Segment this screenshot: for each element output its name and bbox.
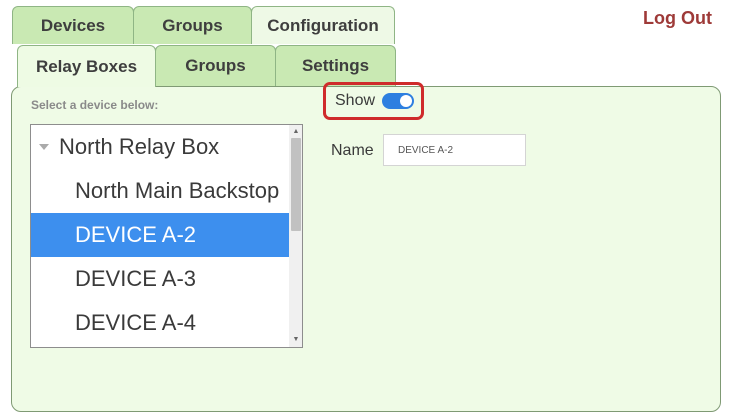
tab-relay-boxes-label: Relay Boxes (35, 56, 138, 76)
tab-configuration-label: Configuration (267, 15, 379, 35)
tab-relay-boxes[interactable]: Relay Boxes (17, 45, 156, 87)
scroll-up-arrow-icon[interactable]: ▲ (289, 125, 302, 139)
list-item-selected[interactable]: DEVICE A-2 (31, 213, 289, 257)
list-item[interactable]: North Main Backstop (31, 169, 289, 213)
collapse-caret-icon[interactable] (39, 144, 49, 150)
tab-settings-label: Settings (301, 56, 370, 75)
show-label: Show (335, 92, 376, 109)
tab-configuration[interactable]: Configuration (251, 6, 395, 44)
list-group-label: North Relay Box (59, 134, 220, 159)
tab-groups-top[interactable]: Groups (133, 6, 252, 44)
tab-groups-sub-label: Groups (185, 56, 246, 75)
list-item-label: DEVICE A-4 (75, 310, 197, 335)
logout-link[interactable]: Log Out (643, 8, 712, 29)
list-item-label: DEVICE A-3 (75, 266, 197, 291)
list-scrollbar[interactable]: ▲ ▼ (289, 125, 302, 347)
tab-settings[interactable]: Settings (275, 45, 396, 86)
tab-devices[interactable]: Devices (12, 6, 134, 44)
list-item-label: DEVICE A-2 (75, 222, 197, 247)
device-list-prompt: Select a device below: (31, 98, 159, 112)
list-item[interactable]: DEVICE A-4 (31, 301, 289, 345)
scroll-down-arrow-icon[interactable]: ▼ (289, 333, 302, 347)
list-item[interactable]: DEVICE A-3 (31, 257, 289, 301)
scrollbar-thumb[interactable] (291, 138, 301, 231)
toggle-knob (400, 95, 412, 107)
tab-groups-sub[interactable]: Groups (155, 45, 276, 86)
tab-groups-top-label: Groups (162, 15, 223, 35)
show-toggle[interactable] (382, 93, 414, 109)
tab-devices-label: Devices (40, 15, 106, 35)
list-group-header[interactable]: North Relay Box (31, 125, 289, 169)
device-list[interactable]: North Relay Box North Main Backstop DEVI… (30, 124, 303, 348)
list-item-label: North Main Backstop (75, 178, 280, 203)
name-label: Name (331, 142, 374, 159)
name-input[interactable] (383, 134, 526, 166)
